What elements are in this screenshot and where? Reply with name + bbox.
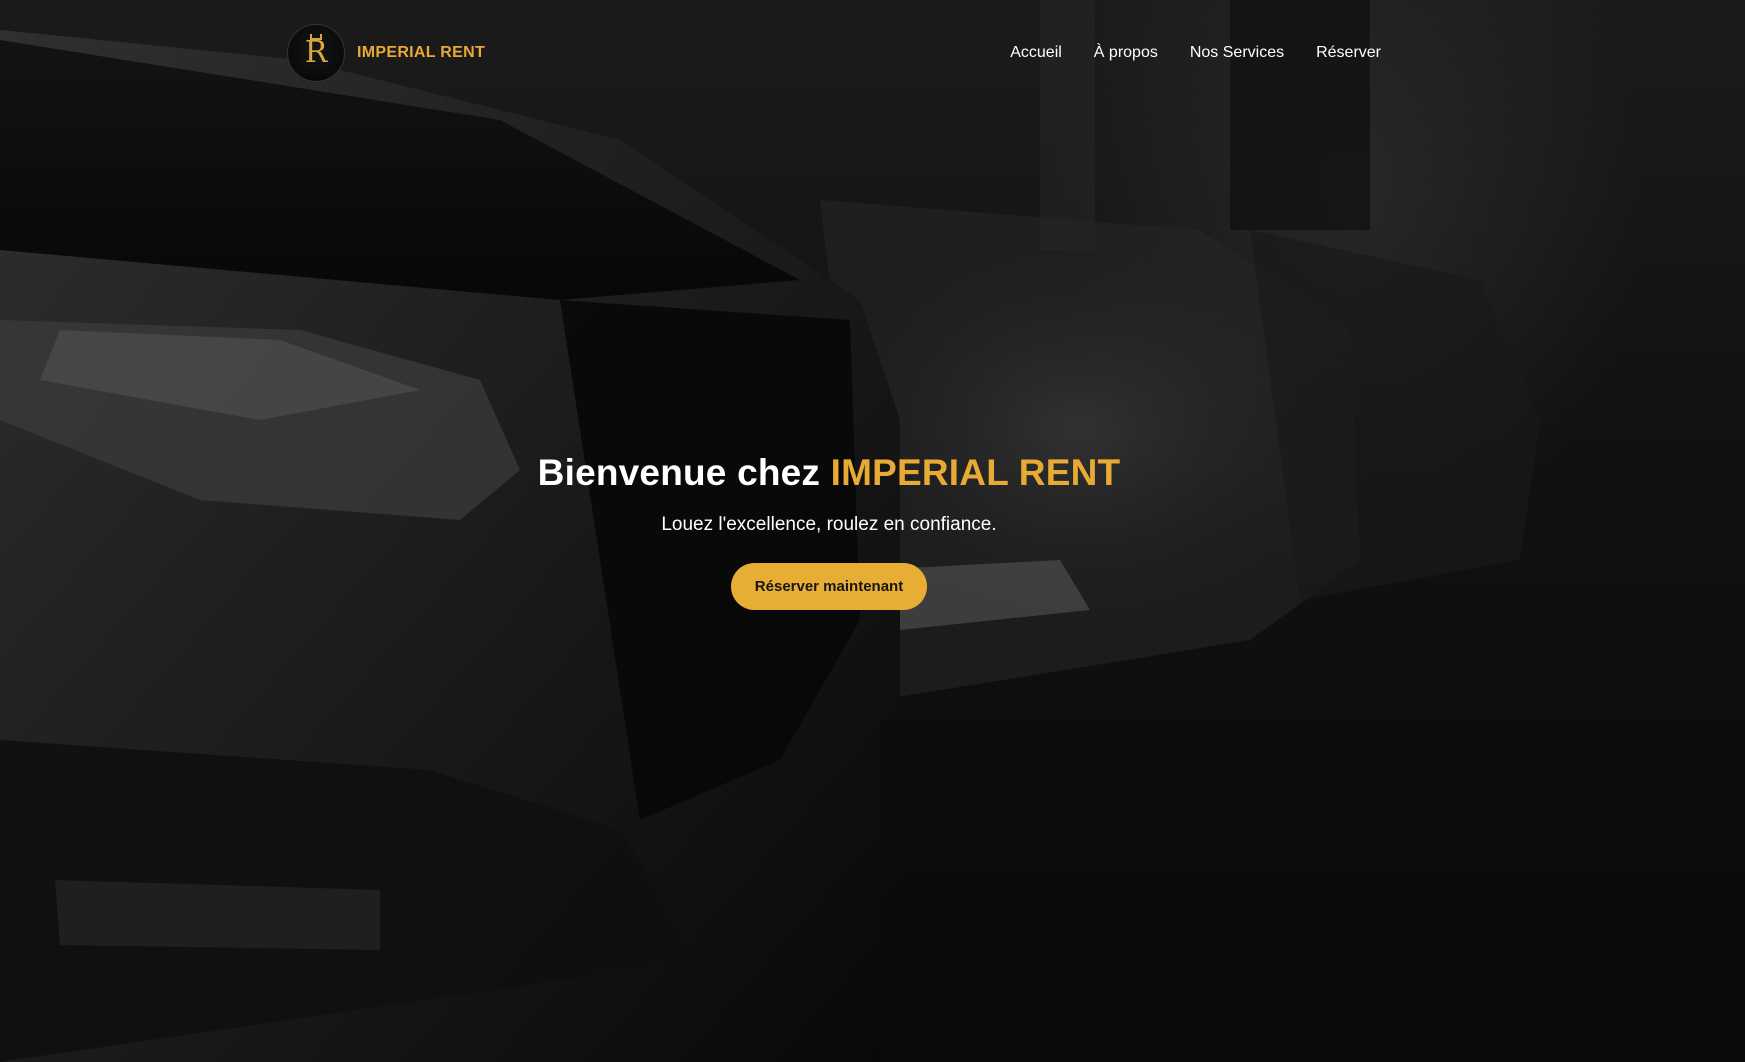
main-nav: Accueil À propos Nos Services Réserver — [1010, 44, 1381, 62]
nav-link-reserver[interactable]: Réserver — [1316, 44, 1381, 61]
hero-title: Bienvenue chez IMPERIAL RENT — [0, 452, 1658, 494]
nav-link-services[interactable]: Nos Services — [1190, 44, 1284, 61]
nav-link-accueil[interactable]: Accueil — [1010, 44, 1062, 61]
nav-link-a-propos[interactable]: À propos — [1094, 44, 1158, 61]
site-header: R IMPERIAL RENT Accueil À propos Nos Ser… — [0, 0, 1745, 112]
brand[interactable]: R IMPERIAL RENT — [287, 22, 485, 84]
hero-section: R IMPERIAL RENT Accueil À propos Nos Ser… — [0, 0, 1745, 1062]
logo-icon[interactable]: R — [287, 24, 345, 82]
hero-subtitle: Louez l'excellence, roulez en confiance. — [661, 514, 997, 535]
reserve-now-button[interactable]: Réserver maintenant — [730, 563, 928, 610]
hero-title-highlight: IMPERIAL RENT — [830, 452, 1121, 493]
logo-letter: R — [304, 35, 328, 70]
hero-content: Bienvenue chez IMPERIAL RENT Louez l'exc… — [0, 452, 1658, 610]
brand-name[interactable]: IMPERIAL RENT — [357, 44, 485, 62]
nav-item-a-propos: À propos — [1094, 44, 1158, 62]
hero-title-prefix: Bienvenue chez — [537, 452, 831, 493]
nav-item-reserver: Réserver — [1316, 44, 1381, 62]
nav-item-accueil: Accueil — [1010, 44, 1062, 62]
nav-item-services: Nos Services — [1190, 44, 1284, 62]
crown-icon — [310, 34, 322, 40]
